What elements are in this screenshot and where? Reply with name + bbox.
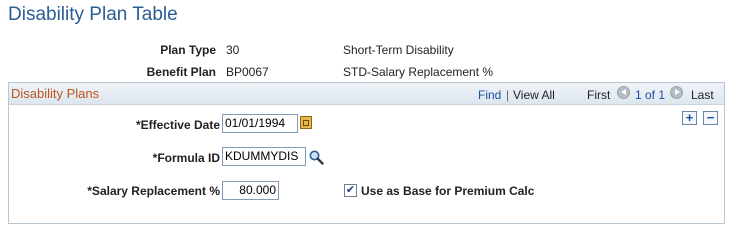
premium-base-label: Use as Base for Premium Calc [361, 184, 535, 198]
formula-id-label: *Formula ID [152, 151, 220, 165]
formula-id-input[interactable]: KDUMMYDIS [222, 147, 306, 166]
add-row-button[interactable]: + [682, 111, 697, 125]
effective-date-input[interactable]: 01/01/1994 [222, 114, 298, 133]
first-link[interactable]: First [587, 88, 610, 102]
section-title: Disability Plans [11, 86, 100, 101]
delete-row-button[interactable]: − [703, 111, 718, 125]
plan-type-label: Plan Type [160, 43, 216, 57]
salary-replacement-input[interactable]: 80.000 [222, 181, 279, 200]
page-title: Disability Plan Table [8, 4, 178, 25]
row-count: 1 of 1 [635, 88, 666, 102]
calendar-icon[interactable] [300, 116, 312, 129]
last-link[interactable]: Last [691, 88, 714, 102]
effective-date-label: *Effective Date [135, 118, 220, 132]
section-header: Disability Plans Find | View All First 1… [9, 83, 724, 105]
plan-type-description: Short-Term Disability [343, 43, 454, 57]
premium-base-checkbox[interactable]: ✔ [344, 184, 357, 197]
arrow-left-icon[interactable] [617, 86, 630, 99]
view-all-link[interactable]: View All [513, 88, 555, 102]
benefit-plan-label: Benefit Plan [146, 65, 216, 79]
nav-separator: | [506, 88, 510, 102]
benefit-plan-description: STD-Salary Replacement % [343, 65, 494, 79]
plan-type-code: 30 [226, 43, 240, 57]
search-icon[interactable] [308, 149, 324, 165]
arrow-right-icon[interactable] [670, 86, 683, 99]
salary-replacement-label: *Salary Replacement % [87, 184, 220, 198]
find-link[interactable]: Find [478, 88, 501, 102]
benefit-plan-code: BP0067 [226, 65, 269, 79]
